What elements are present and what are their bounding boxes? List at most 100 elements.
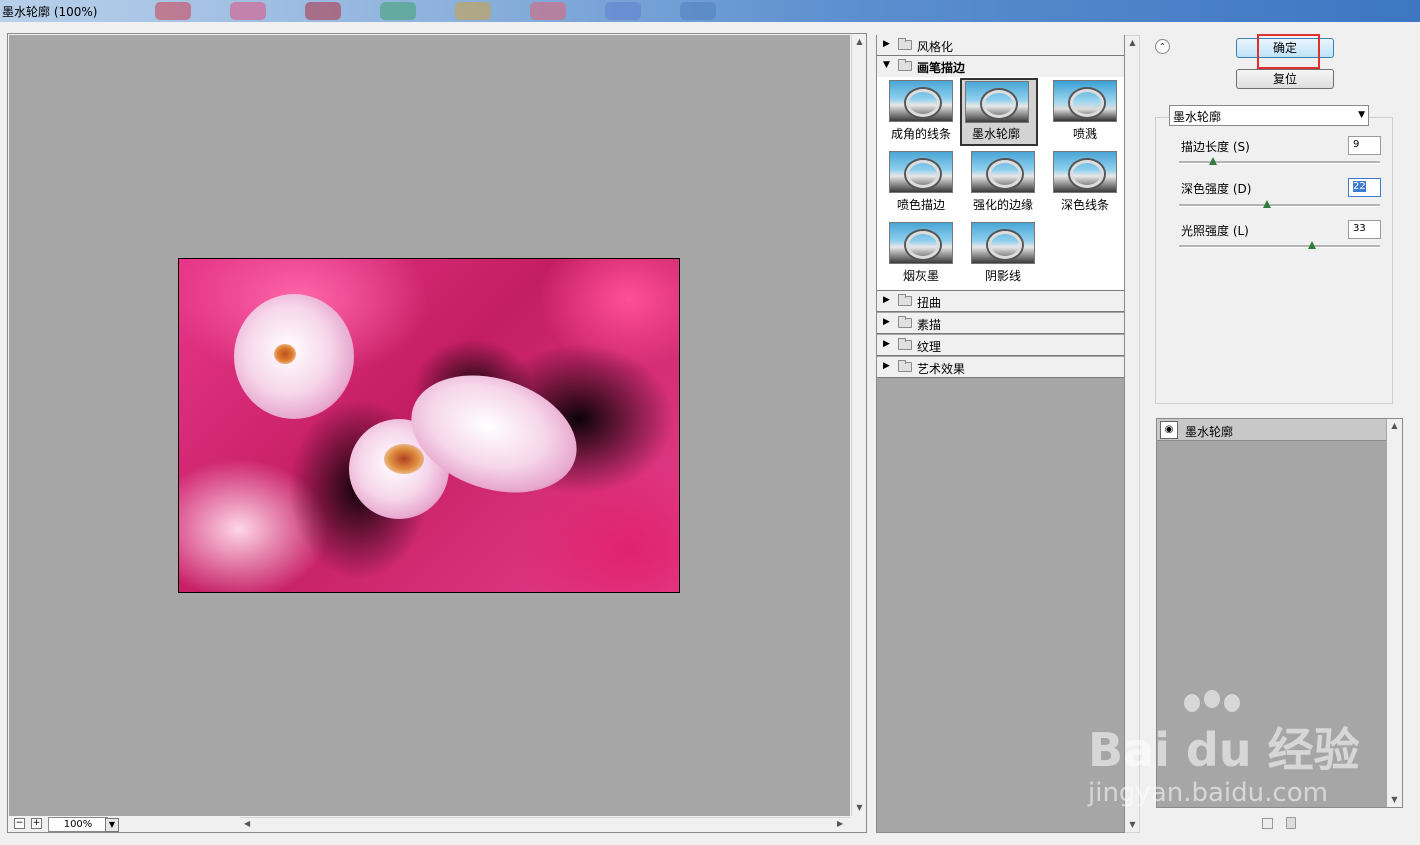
watermark-url: jingyan.baidu.com <box>1088 778 1328 808</box>
title-bar: 墨水轮廓 (100%) <box>0 0 1420 22</box>
param-label-stroke-length: 描边长度 (S) <box>1181 140 1250 154</box>
effect-layer-name: 墨水轮廓 <box>1185 425 1234 439</box>
zoom-value[interactable]: 100% <box>48 817 108 832</box>
taskbar-app-icon <box>680 2 716 20</box>
filter-select-value: 墨水轮廓 <box>1173 110 1222 124</box>
filter-label: 深色线条 <box>1060 198 1109 212</box>
param-value: 9 <box>1353 139 1360 150</box>
taskbar-app-icon <box>380 2 416 20</box>
scroll-right-icon[interactable]: ▶ <box>837 819 843 828</box>
category-stylize[interactable]: ▶ 风格化 <box>877 35 1124 56</box>
filter-thumb-angled-strokes[interactable]: 成角的线条 <box>885 78 963 146</box>
eye-icon[interactable]: ◉ <box>1160 421 1178 439</box>
zoom-out-button[interactable]: − <box>14 818 25 829</box>
preview-vertical-scrollbar[interactable]: ▲ ▼ <box>851 35 866 816</box>
taskbar-app-icon <box>605 2 641 20</box>
filter-thumbnail-image <box>971 222 1035 264</box>
filter-label: 喷溅 <box>1072 127 1097 141</box>
taskbar-app-icon <box>305 2 341 20</box>
filter-select[interactable]: 墨水轮廓 ▼ <box>1169 105 1369 126</box>
filter-thumbnail-image <box>889 151 953 193</box>
paw-logo-icon <box>1184 694 1200 712</box>
filter-thumb-dark-strokes[interactable]: 深色线条 <box>1049 149 1127 217</box>
slider-thumb-dark-intensity[interactable] <box>1263 200 1272 208</box>
folder-icon <box>898 360 912 372</box>
zoom-in-button[interactable]: + <box>31 818 42 829</box>
flower-center <box>384 444 424 474</box>
param-input-dark-intensity[interactable]: 22 <box>1348 178 1381 197</box>
expand-triangle-icon[interactable]: ▶ <box>883 39 890 49</box>
taskbar-app-icon <box>530 2 566 20</box>
scroll-up-icon[interactable]: ▲ <box>1125 38 1140 47</box>
filter-label: 墨水轮廓 <box>971 127 1020 141</box>
filter-label: 强化的边缘 <box>972 198 1033 212</box>
expand-triangle-icon[interactable]: ▶ <box>883 295 890 305</box>
filter-thumbnail-image <box>1053 151 1117 193</box>
filter-thumbnail-image <box>971 151 1035 193</box>
layers-scrollbar[interactable]: ▲ ▼ <box>1387 419 1402 807</box>
slider-track-light-intensity[interactable] <box>1179 245 1380 248</box>
category-label: 素描 <box>917 318 942 332</box>
preview-horizontal-scrollbar[interactable]: ◀ ▶ <box>240 817 850 832</box>
paw-logo-icon <box>1224 694 1240 712</box>
scroll-down-icon[interactable]: ▼ <box>1387 795 1402 804</box>
flower-center <box>274 344 296 364</box>
category-distort[interactable]: ▶ 扭曲 <box>877 291 1124 312</box>
collapse-triangle-icon[interactable]: ▼ <box>883 60 890 70</box>
zoom-dropdown-icon[interactable]: ▼ <box>105 818 119 832</box>
collapse-gallery-icon[interactable]: ⌃ <box>1155 39 1170 54</box>
param-value: 33 <box>1353 223 1366 234</box>
taskbar-app-icon <box>155 2 191 20</box>
baidu-watermark: Bai du 经验 jingyan.baidu.com <box>1088 690 1368 820</box>
folder-open-icon <box>898 59 912 71</box>
scroll-up-icon[interactable]: ▲ <box>852 37 867 46</box>
category-brush-strokes[interactable]: ▼ 画笔描边 <box>877 56 1124 77</box>
category-label: 扭曲 <box>917 296 942 310</box>
folder-icon <box>898 338 912 350</box>
category-label: 画笔描边 <box>917 61 966 75</box>
window-title: 墨水轮廓 (100%) <box>2 5 98 19</box>
filter-thumb-ink-outlines[interactable]: 墨水轮廓 <box>960 78 1038 146</box>
expand-triangle-icon[interactable]: ▶ <box>883 339 890 349</box>
slider-track-dark-intensity[interactable] <box>1179 204 1380 207</box>
ok-button-highlight <box>1257 34 1320 69</box>
scroll-down-icon[interactable]: ▼ <box>852 803 867 812</box>
folder-icon <box>898 294 912 306</box>
filter-thumbnail-image <box>889 80 953 122</box>
filter-label: 喷色描边 <box>896 198 945 212</box>
slider-thumb-light-intensity[interactable] <box>1307 241 1316 249</box>
filter-thumb-sprayed-strokes[interactable]: 喷色描边 <box>885 149 963 217</box>
taskbar-app-icon <box>230 2 266 20</box>
filter-thumb-crosshatch[interactable]: 阴影线 <box>967 220 1045 288</box>
filter-thumbnail-image <box>889 222 953 264</box>
category-label: 风格化 <box>917 40 954 54</box>
filter-thumbnail-image <box>965 81 1029 123</box>
param-value: 22 <box>1353 181 1366 192</box>
paw-logo-icon <box>1204 690 1220 708</box>
param-input-stroke-length[interactable]: 9 <box>1348 136 1381 155</box>
chevron-down-icon: ▼ <box>1358 110 1365 120</box>
expand-triangle-icon[interactable]: ▶ <box>883 317 890 327</box>
scroll-up-icon[interactable]: ▲ <box>1387 421 1402 430</box>
preview-image[interactable] <box>178 258 680 593</box>
slider-thumb-stroke-length[interactable] <box>1209 157 1218 165</box>
scroll-left-icon[interactable]: ◀ <box>244 819 250 828</box>
filter-thumb-sumi-e[interactable]: 烟灰墨 <box>885 220 963 288</box>
filter-label: 烟灰墨 <box>902 269 939 283</box>
category-texture[interactable]: ▶ 纹理 <box>877 335 1124 356</box>
category-artistic[interactable]: ▶ 艺术效果 <box>877 357 1124 378</box>
reset-button[interactable]: 复位 <box>1236 69 1334 89</box>
expand-triangle-icon[interactable]: ▶ <box>883 361 890 371</box>
taskbar-app-icon <box>455 2 491 20</box>
zoom-bar: − + 100% ▼ <box>9 816 240 833</box>
filter-label: 阴影线 <box>984 269 1021 283</box>
scroll-down-icon[interactable]: ▼ <box>1125 820 1140 829</box>
filter-thumb-accented-edges[interactable]: 强化的边缘 <box>967 149 1045 217</box>
filter-thumbnails: 成角的线条 墨水轮廓 喷溅 喷色描边 强化的边缘 深色线条 烟灰墨 阴影线 <box>877 77 1124 291</box>
watermark-brand: Bai du 经验 <box>1088 723 1360 777</box>
filter-thumb-spatter[interactable]: 喷溅 <box>1049 78 1127 146</box>
category-label: 艺术效果 <box>917 362 966 376</box>
category-sketch[interactable]: ▶ 素描 <box>877 313 1124 334</box>
filter-thumbnail-image <box>1053 80 1117 122</box>
param-input-light-intensity[interactable]: 33 <box>1348 220 1381 239</box>
